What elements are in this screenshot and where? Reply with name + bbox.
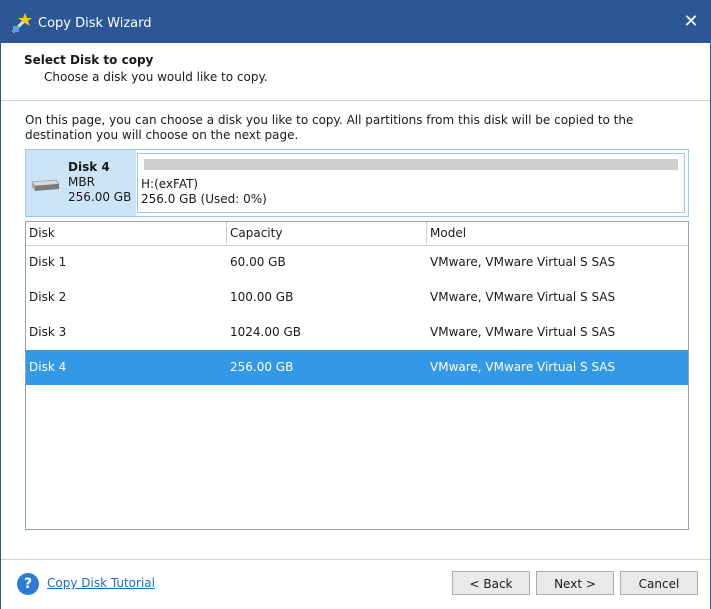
partition-label: H:(exFAT) xyxy=(141,177,199,191)
table-row-selected[interactable]: Disk 4 256.00 GB VMware, VMware Virtual … xyxy=(26,350,688,385)
cell-capacity: 100.00 GB xyxy=(230,290,294,304)
column-header-disk[interactable]: Disk xyxy=(26,222,227,245)
cell-capacity: 256.00 GB xyxy=(230,360,294,374)
cell-model: VMware, VMware Virtual S SAS xyxy=(430,255,616,269)
copy-disk-tutorial-link[interactable]: Copy Disk Tutorial xyxy=(47,576,155,590)
cell-model: VMware, VMware Virtual S SAS xyxy=(430,360,616,374)
cell-model: VMware, VMware Virtual S SAS xyxy=(430,290,616,304)
title-bar: Copy Disk Wizard ✕ xyxy=(1,1,710,43)
cell-disk: Disk 4 xyxy=(29,360,67,374)
cell-disk: Disk 1 xyxy=(29,255,67,269)
page-description: On this page, you can choose a disk you … xyxy=(25,113,634,142)
column-header-capacity[interactable]: Capacity xyxy=(227,222,427,245)
cell-capacity: 1024.00 GB xyxy=(230,325,301,339)
disk-size: 256.00 GB xyxy=(68,190,132,204)
disk-summary: Disk 4 MBR 256.00 GB xyxy=(26,150,136,216)
window-title: Copy Disk Wizard xyxy=(38,16,152,31)
cancel-button[interactable]: Cancel xyxy=(620,571,698,595)
table-row[interactable]: Disk 1 60.00 GB VMware, VMware Virtual S… xyxy=(26,245,688,280)
copy-disk-wizard-window: Copy Disk Wizard ✕ Select Disk to copy C… xyxy=(0,0,711,609)
table-header: Disk Capacity Model xyxy=(26,222,688,246)
disk-table: Disk Capacity Model Disk 1 60.00 GB VMwa… xyxy=(25,221,689,530)
help-icon[interactable]: ? xyxy=(17,573,39,595)
wizard-footer: ? Copy Disk Tutorial < Back Next > Cance… xyxy=(1,559,710,609)
wizard-wand-icon xyxy=(11,13,32,34)
cell-disk: Disk 2 xyxy=(29,290,67,304)
hard-disk-icon xyxy=(31,179,60,191)
page-subtitle: Choose a disk you would like to copy. xyxy=(44,70,268,84)
close-icon[interactable]: ✕ xyxy=(680,11,702,33)
page-title: Select Disk to copy xyxy=(24,53,154,67)
cell-model: VMware, VMware Virtual S SAS xyxy=(430,325,616,339)
wizard-content: On this page, you can choose a disk you … xyxy=(1,101,710,559)
table-row[interactable]: Disk 3 1024.00 GB VMware, VMware Virtual… xyxy=(26,315,688,350)
partition-info: 256.0 GB (Used: 0%) xyxy=(141,192,267,206)
disk-type: MBR xyxy=(68,175,95,189)
partition-block[interactable]: H:(exFAT) 256.0 GB (Used: 0%) xyxy=(137,153,685,213)
back-button[interactable]: < Back xyxy=(452,571,530,595)
wizard-header: Select Disk to copy Choose a disk you wo… xyxy=(1,43,710,101)
selected-disk-card[interactable]: Disk 4 MBR 256.00 GB H:(exFAT) 256.0 GB … xyxy=(25,149,689,217)
next-button[interactable]: Next > xyxy=(536,571,614,595)
column-header-model[interactable]: Model xyxy=(427,222,688,245)
partition-usage-bar xyxy=(144,159,678,170)
cell-capacity: 60.00 GB xyxy=(230,255,286,269)
disk-name: Disk 4 xyxy=(68,160,110,174)
cell-disk: Disk 3 xyxy=(29,325,67,339)
table-row[interactable]: Disk 2 100.00 GB VMware, VMware Virtual … xyxy=(26,280,688,315)
